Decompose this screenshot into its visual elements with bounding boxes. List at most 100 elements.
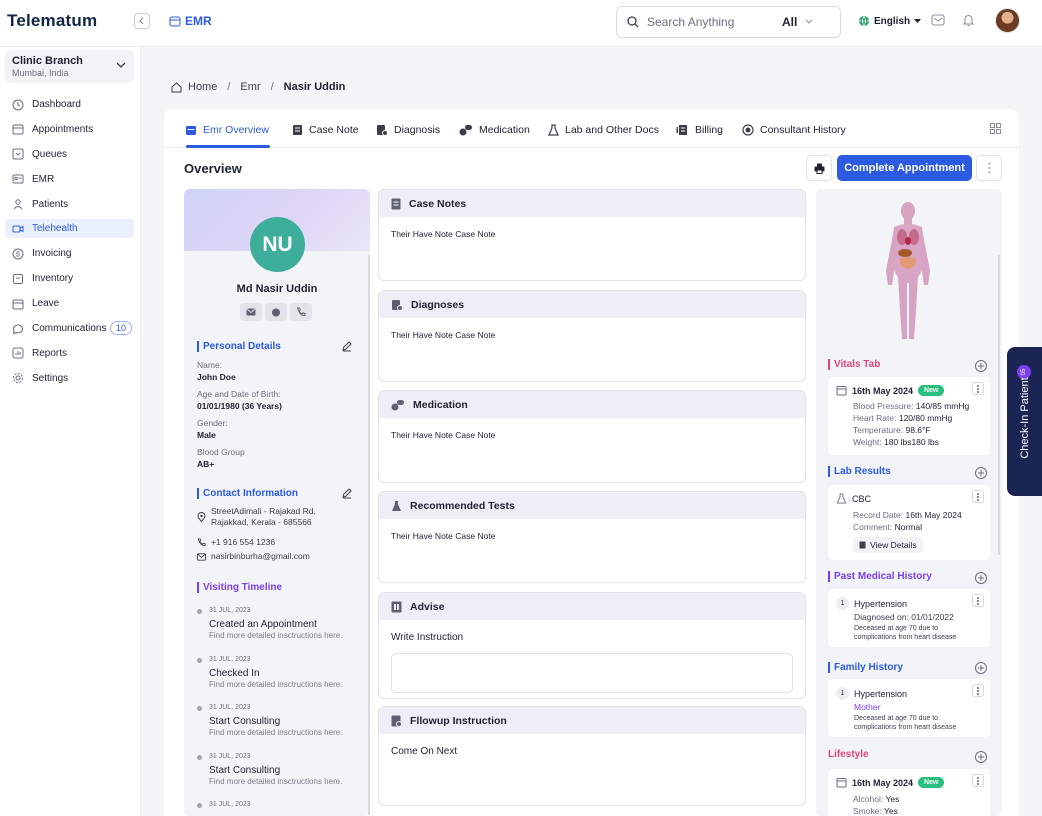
sidebar-item-telehealth[interactable]: Telehealth	[5, 219, 134, 239]
panel-header: Recommended Tests	[379, 492, 805, 519]
panel-body: Their Have Note Case Note	[391, 229, 496, 239]
email-icon[interactable]	[240, 303, 262, 321]
tab-billing[interactable]: Billing	[676, 121, 723, 139]
more-vertical-icon[interactable]	[972, 382, 984, 395]
print-button[interactable]	[806, 155, 832, 181]
more-vertical-icon[interactable]	[972, 774, 984, 787]
communications-count-badge: 10	[110, 321, 133, 336]
app-logo[interactable]: Telematum	[7, 11, 97, 31]
advise-instruction-input[interactable]	[391, 653, 793, 693]
address-line: StreetAdimali - Rajakad Rd,	[211, 506, 316, 516]
more-vertical-icon[interactable]	[972, 684, 984, 697]
flask-icon	[836, 493, 847, 504]
sidebar-item-communications[interactable]: Communications 10	[5, 319, 134, 338]
add-past-history-plus-icon[interactable]	[975, 572, 987, 584]
vitals-weight: Weight: 180 lbs180 lbs	[853, 437, 982, 447]
dollar-icon: $	[12, 248, 24, 260]
medication-panel: Medication Their Have Note Case Note	[378, 390, 806, 483]
visiting-timeline-heading: Visiting Timeline	[197, 582, 282, 593]
tab-medication[interactable]: Medication	[459, 121, 530, 139]
advise-icon	[391, 601, 402, 613]
home-icon[interactable]	[171, 81, 182, 93]
add-vitals-plus-icon[interactable]	[975, 360, 987, 372]
page-title: Overview	[184, 161, 242, 176]
sidebar-item-label: Communications	[32, 323, 107, 335]
sidebar-item-label: Settings	[32, 372, 69, 384]
address-text: StreetAdimali - Rajakad Rd, Rajakkad, Ker…	[211, 506, 316, 528]
chat-icon[interactable]	[265, 303, 287, 321]
tab-emr-overview[interactable]: Emr Overview	[185, 121, 269, 139]
sidebar-toggle-icon[interactable]	[134, 13, 150, 29]
grid-icon[interactable]	[990, 123, 1001, 134]
bell-icon[interactable]	[962, 13, 975, 27]
breadcrumb-home[interactable]: Home	[188, 81, 217, 93]
clock-icon	[12, 99, 24, 111]
tab-consultant-history[interactable]: Consultant History	[742, 121, 846, 139]
tab-diagnosis[interactable]: Diagnosis	[376, 121, 440, 139]
edit-icon[interactable]	[341, 487, 353, 499]
contact-info-heading: Contact Information	[197, 488, 298, 499]
more-vertical-icon[interactable]	[972, 490, 984, 503]
edit-icon[interactable]	[341, 340, 353, 352]
sidebar-item-emr[interactable]: EMR	[5, 170, 134, 189]
timeline-title: Start Consulting	[209, 764, 281, 776]
field-label: Age and Date of Birth:	[197, 389, 281, 399]
tab-lab-docs[interactable]: Lab and Other Docs	[548, 121, 659, 139]
sidebar-item-leave[interactable]: Leave	[5, 294, 134, 313]
lifestyle-value: Yes	[885, 794, 900, 804]
check-in-patient-tab[interactable]: 05 Check-In Patient	[1007, 347, 1042, 496]
lab-name: CBC	[852, 493, 872, 504]
user-avatar[interactable]	[995, 8, 1020, 33]
email: nasirbinburha@gmail.com	[197, 551, 310, 562]
sidebar-item-reports[interactable]: Reports	[5, 344, 134, 363]
view-details-button[interactable]: View Details	[853, 537, 923, 553]
panel-header: Advise	[379, 593, 805, 620]
patient-name: Md Nasir Uddin	[236, 283, 318, 295]
search-scope-select[interactable]: All	[782, 15, 813, 29]
breadcrumb-current: Nasir Uddin	[283, 81, 346, 93]
vitals-temp: Temperature: 98.6°F	[853, 425, 982, 435]
add-lab-plus-icon[interactable]	[975, 467, 987, 479]
timeline-dot	[197, 657, 202, 663]
lifestyle-date-row: 16th May 2024 New	[836, 777, 982, 788]
search-input[interactable]	[647, 15, 782, 29]
profile-scrollbar[interactable]	[368, 255, 370, 815]
breadcrumb-section[interactable]: Emr	[240, 81, 260, 93]
phone-icon[interactable]	[290, 303, 312, 321]
panel-header: Case Notes	[379, 190, 805, 217]
right-panel-scrollbar[interactable]	[998, 255, 1000, 555]
complete-appointment-button[interactable]: Complete Appointment	[837, 155, 972, 181]
tab-label: Consultant History	[760, 124, 846, 136]
more-options-button[interactable]	[976, 155, 1002, 181]
sidebar-item-queues[interactable]: Queues	[5, 145, 134, 164]
lifestyle-heading: Lifestyle	[828, 749, 869, 760]
vitals-heading: Vitals Tab	[828, 359, 880, 370]
add-lifestyle-plus-icon[interactable]	[975, 751, 987, 763]
vitals-card: 16th May 2024 New Blood Pressure: 140/85…	[828, 377, 990, 455]
sidebar-item-invoicing[interactable]: $ Invoicing	[5, 244, 134, 263]
add-family-history-plus-icon[interactable]	[975, 662, 987, 674]
mail-icon[interactable]	[931, 14, 945, 26]
svg-text:$: $	[16, 251, 20, 258]
more-vertical-icon[interactable]	[972, 594, 984, 607]
lifestyle-value: Yes	[884, 806, 898, 816]
language-select[interactable]: English	[858, 15, 922, 27]
sidebar-item-patients[interactable]: Patients	[5, 195, 134, 214]
tab-case-note[interactable]: Case Note	[292, 121, 359, 139]
active-tab-indicator	[186, 145, 270, 148]
panel-body: Their Have Note Case Note	[391, 531, 496, 541]
relation: Mother	[854, 702, 881, 712]
branch-selector[interactable]: Clinic Branch Mumbai, India	[5, 50, 134, 83]
sidebar-item-appointments[interactable]: Appointments	[5, 120, 134, 139]
field-value: John Doe	[197, 372, 236, 382]
calendar-icon	[169, 15, 181, 27]
search-bar[interactable]: All	[616, 6, 841, 38]
timeline-dot	[197, 803, 202, 808]
sidebar-item-dashboard[interactable]: Dashboard	[5, 95, 134, 114]
caret-down-icon	[914, 18, 922, 24]
sidebar-item-inventory[interactable]: Inventory	[5, 269, 134, 288]
sidebar-item-settings[interactable]: Settings	[5, 369, 134, 388]
lab-results-heading: Lab Results	[828, 466, 891, 477]
lifestyle-label: Smoke:	[853, 806, 882, 816]
timeline-entry: 31 JUL, 2023 Created an Appointment Find m…	[197, 607, 365, 640]
